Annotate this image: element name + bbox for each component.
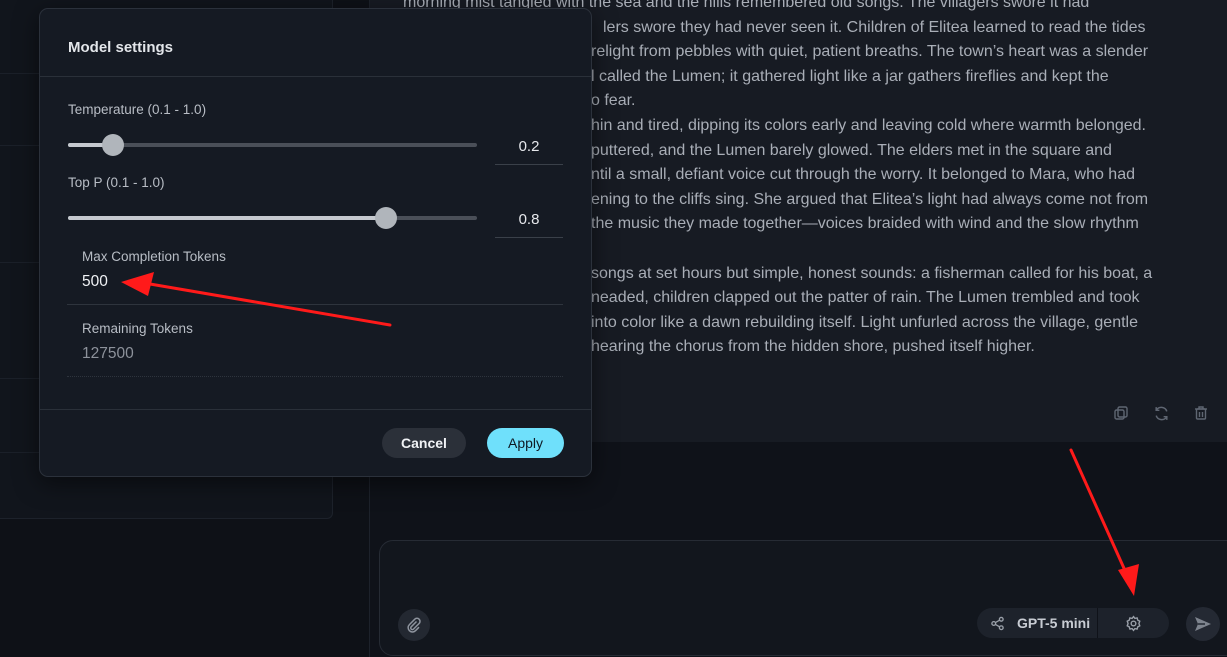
slider-thumb[interactable]: [102, 134, 125, 156]
message-actions: [1110, 402, 1212, 424]
send-icon: [1195, 617, 1211, 631]
send-button[interactable]: [1186, 607, 1220, 641]
dialog-header-divider: [40, 76, 591, 77]
cancel-button[interactable]: Cancel: [382, 428, 466, 458]
top-p-label: Top P (0.1 - 1.0): [68, 175, 165, 190]
top-p-value[interactable]: 0.8: [495, 203, 563, 238]
apply-button[interactable]: Apply: [487, 428, 564, 458]
dialog-footer-divider: [40, 409, 591, 410]
temperature-label: Temperature (0.1 - 1.0): [68, 102, 207, 117]
top-p-slider[interactable]: [68, 207, 477, 229]
max-tokens-input[interactable]: 500: [82, 273, 108, 291]
max-tokens-label: Max Completion Tokens: [82, 249, 226, 264]
field-underline: [67, 304, 563, 305]
attach-button[interactable]: [398, 609, 430, 641]
trash-icon[interactable]: [1190, 402, 1212, 424]
model-name[interactable]: GPT-5 mini: [1017, 615, 1097, 631]
field-underline: [67, 376, 563, 378]
temperature-slider[interactable]: [68, 134, 477, 156]
regenerate-icon[interactable]: [1150, 402, 1172, 424]
gear-icon[interactable]: [1098, 614, 1169, 632]
remaining-tokens-label: Remaining Tokens: [82, 321, 193, 336]
copy-icon[interactable]: [1110, 402, 1132, 424]
model-selector: GPT-5 mini: [977, 608, 1169, 638]
slider-thumb[interactable]: [375, 207, 398, 229]
chat-input-box[interactable]: [379, 540, 1227, 656]
slider-fill: [68, 216, 387, 220]
dialog-title: Model settings: [68, 39, 174, 56]
paperclip-icon: [407, 617, 421, 633]
remaining-tokens-value: 127500: [82, 345, 134, 362]
share-icon[interactable]: [977, 616, 1017, 631]
model-settings-dialog: Model settings Temperature (0.1 - 1.0) 0…: [39, 8, 592, 477]
temperature-value[interactable]: 0.2: [495, 130, 563, 165]
